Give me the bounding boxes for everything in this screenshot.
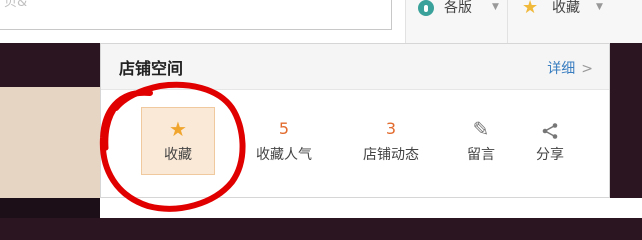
page-footer-dark [0,198,100,218]
chevron-down-icon: ▼ [596,2,603,12]
favorites-count[interactable]: 5 收藏人气 [247,108,321,176]
favorite-label: 收藏 [164,147,192,163]
favorites-label: 收藏 [552,0,580,16]
header-controls: 各版 ▼ ★ 收藏 ▼ [405,0,642,43]
shop-space-popup: 店铺空间 详细 > ★ 收藏 5 收藏人气 3 店铺动态 ✎ 留言 分享 [100,43,610,198]
favorite-shop-button[interactable]: ★ 收藏 [141,107,215,175]
favorites-count-value: 5 [278,119,290,138]
search-text: 贝& [4,0,28,10]
star-icon: ★ [169,117,187,141]
chevron-right-icon: > [581,61,593,77]
share-button[interactable]: 分享 [513,108,587,176]
version-switch-button[interactable]: 各版 ▼ [405,0,507,43]
search-input[interactable]: 贝& [0,0,392,30]
popup-title: 店铺空间 [119,59,184,78]
popup-header: 店铺空间 详细 > [101,44,609,90]
leave-message-label: 留言 [467,147,495,163]
shop-updates[interactable]: 3 店铺动态 [354,108,428,176]
share-icon [513,116,587,142]
share-label: 分享 [536,147,564,163]
favorites-count-label: 收藏人气 [256,147,312,163]
version-label: 各版 [444,0,472,16]
action-row: ★ 收藏 5 收藏人气 3 店铺动态 ✎ 留言 分享 [101,90,609,199]
shop-updates-value: 3 [385,119,397,138]
info-icon [418,0,434,16]
leave-message-button[interactable]: ✎ 留言 [444,108,518,176]
chevron-down-icon: ▼ [492,2,499,12]
star-icon: ★ [522,0,539,18]
shop-updates-label: 店铺动态 [363,147,419,163]
favorites-button[interactable]: ★ 收藏 ▼ [507,0,642,43]
top-header: 贝& 各版 ▼ ★ 收藏 ▼ [0,0,642,43]
shop-banner [0,87,100,198]
pen-icon: ✎ [472,117,490,141]
details-link[interactable]: 详细 > [547,58,593,78]
details-label: 详细 [547,61,576,77]
